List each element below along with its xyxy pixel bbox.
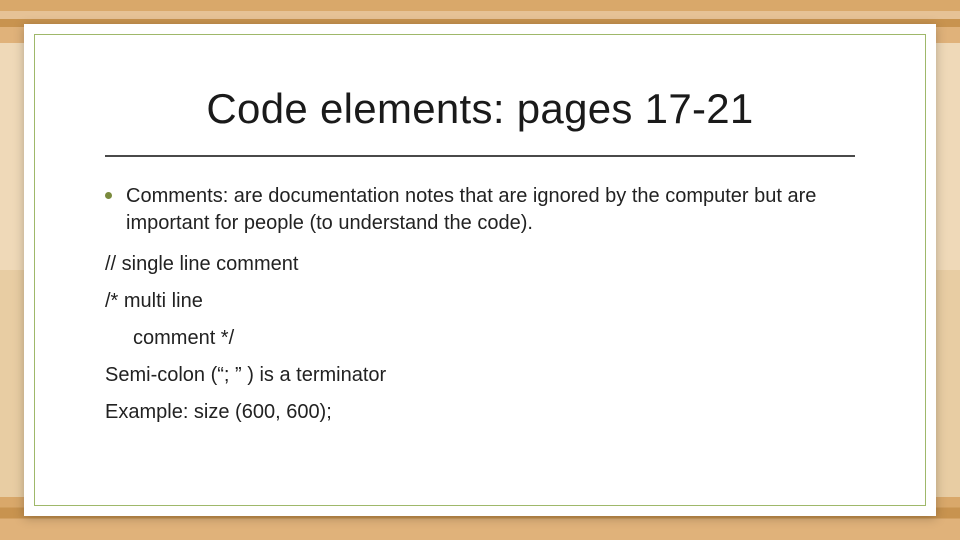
title-underline [105, 155, 855, 157]
semicolon-note: Semi-colon (“; ” ) is a terminator [105, 362, 855, 389]
slide-body: Comments: are documentation notes that a… [105, 183, 855, 426]
slide-inner-border: Code elements: pages 17-21 Comments: are… [34, 34, 926, 506]
bullet-icon [105, 192, 112, 199]
bullet-text: Comments: are documentation notes that a… [126, 183, 855, 237]
code-single-comment: // single line comment [105, 251, 855, 278]
bullet-item: Comments: are documentation notes that a… [105, 183, 855, 237]
slide-card: Code elements: pages 17-21 Comments: are… [24, 24, 936, 516]
slide-title: Code elements: pages 17-21 [105, 85, 855, 133]
code-multi-comment-start: /* multi line [105, 288, 855, 315]
example-line: Example: size (600, 600); [105, 399, 855, 426]
code-multi-comment-end: comment */ [105, 325, 855, 352]
